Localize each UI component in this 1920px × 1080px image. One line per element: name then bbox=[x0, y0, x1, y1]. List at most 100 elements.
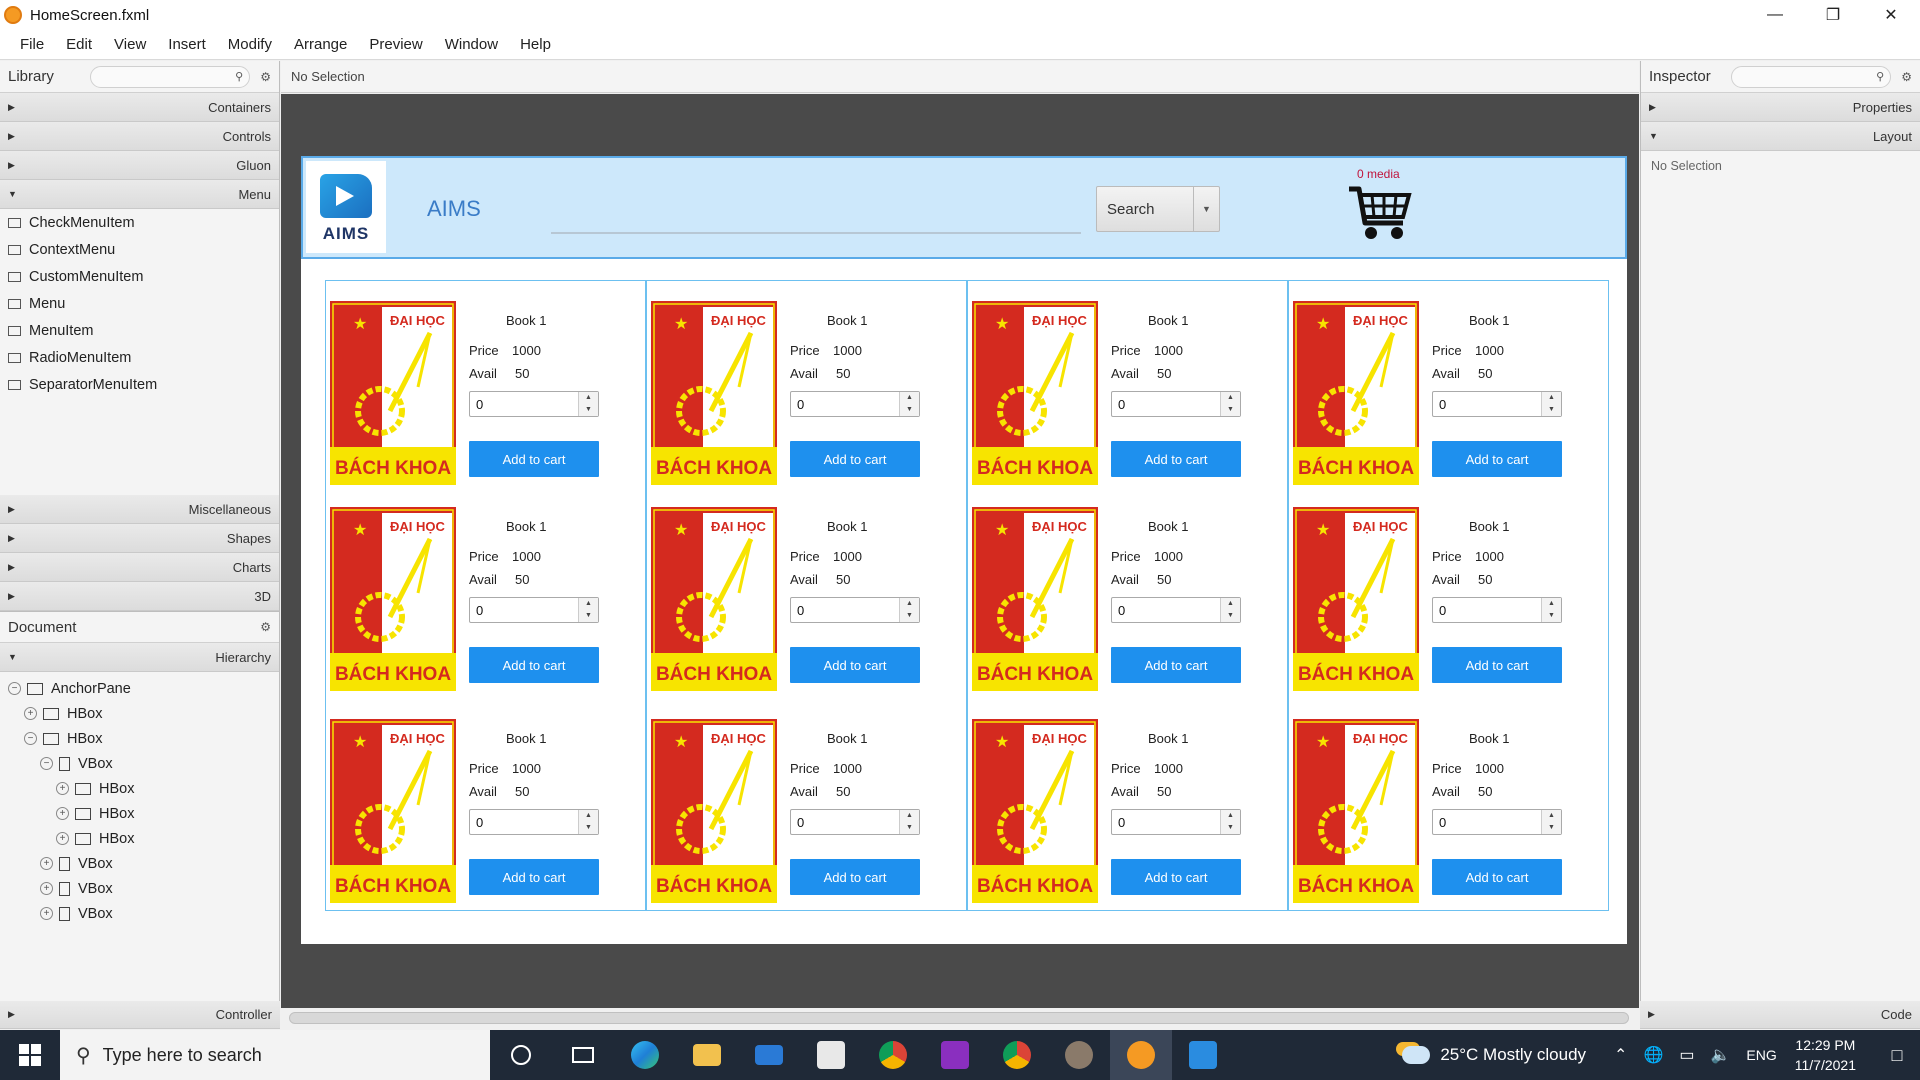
decrement-arrow-icon[interactable]: ▼ bbox=[1542, 404, 1561, 416]
battery-icon[interactable]: ▭ bbox=[1679, 1045, 1694, 1065]
inspector-settings-icon[interactable]: ⚙ bbox=[1901, 70, 1912, 84]
tree-node-vbox[interactable]: + VBox bbox=[0, 851, 279, 876]
stepper-arrows[interactable]: ▲ ▼ bbox=[1220, 810, 1240, 834]
controller-section[interactable]: ▶ Controller bbox=[0, 1001, 280, 1029]
library-settings-icon[interactable]: ⚙ bbox=[260, 70, 271, 84]
section-3d[interactable]: ▶ 3D bbox=[0, 582, 279, 611]
add-to-cart-button[interactable]: Add to cart bbox=[790, 647, 920, 683]
collapse-node-icon[interactable]: − bbox=[40, 757, 53, 770]
tree-node-hbox[interactable]: + HBox bbox=[0, 826, 279, 851]
add-to-cart-button[interactable]: Add to cart bbox=[469, 647, 599, 683]
quantity-stepper[interactable]: 0 ▲ ▼ bbox=[790, 809, 920, 835]
decrement-arrow-icon[interactable]: ▼ bbox=[579, 404, 598, 416]
decrement-arrow-icon[interactable]: ▼ bbox=[900, 404, 919, 416]
expand-node-icon[interactable]: + bbox=[56, 782, 69, 795]
scroll-thumb[interactable] bbox=[289, 1012, 1629, 1024]
quantity-stepper[interactable]: 0 ▲ ▼ bbox=[1432, 597, 1562, 623]
quantity-stepper[interactable]: 0 ▲ ▼ bbox=[1111, 391, 1241, 417]
section-properties[interactable]: ▶ Properties bbox=[1641, 93, 1920, 122]
mail-icon[interactable] bbox=[738, 1030, 800, 1080]
add-to-cart-button[interactable]: Add to cart bbox=[1111, 441, 1241, 477]
decrement-arrow-icon[interactable]: ▼ bbox=[900, 610, 919, 622]
expand-node-icon[interactable]: + bbox=[40, 907, 53, 920]
volume-icon[interactable]: 🔈 bbox=[1710, 1045, 1730, 1065]
menu-view[interactable]: View bbox=[104, 36, 156, 53]
quantity-stepper[interactable]: 0 ▲ ▼ bbox=[469, 391, 599, 417]
menu-preview[interactable]: Preview bbox=[359, 36, 432, 53]
chrome-profile-icon[interactable] bbox=[986, 1030, 1048, 1080]
increment-arrow-icon[interactable]: ▲ bbox=[1542, 598, 1561, 610]
inspector-search-input[interactable]: ⚲ bbox=[1731, 65, 1892, 88]
expand-node-icon[interactable]: + bbox=[56, 807, 69, 820]
quantity-stepper[interactable]: 0 ▲ ▼ bbox=[469, 809, 599, 835]
decrement-arrow-icon[interactable]: ▼ bbox=[1221, 610, 1240, 622]
tree-node-vbox[interactable]: + VBox bbox=[0, 901, 279, 926]
tree-node-hbox[interactable]: + HBox bbox=[0, 801, 279, 826]
tree-node-hbox[interactable]: + HBox bbox=[0, 701, 279, 726]
stepper-arrows[interactable]: ▲ ▼ bbox=[899, 598, 919, 622]
increment-arrow-icon[interactable]: ▲ bbox=[1221, 810, 1240, 822]
lib-item-radiomenuitem[interactable]: RadioMenuItem bbox=[0, 344, 279, 371]
section-controls[interactable]: ▶ Controls bbox=[0, 122, 279, 151]
stepper-arrows[interactable]: ▲ ▼ bbox=[578, 810, 598, 834]
close-button[interactable]: ✕ bbox=[1862, 0, 1920, 30]
quantity-stepper[interactable]: 0 ▲ ▼ bbox=[1432, 809, 1562, 835]
increment-arrow-icon[interactable]: ▲ bbox=[1542, 810, 1561, 822]
tree-node-anchorpane[interactable]: − AnchorPane bbox=[0, 676, 279, 701]
weather-widget[interactable]: 25°C Mostly cloudy bbox=[1402, 1045, 1586, 1065]
lib-item-contextmenu[interactable]: ContextMenu bbox=[0, 236, 279, 263]
quantity-stepper[interactable]: 0 ▲ ▼ bbox=[1432, 391, 1562, 417]
section-containers[interactable]: ▶ Containers bbox=[0, 93, 279, 122]
add-to-cart-button[interactable]: Add to cart bbox=[1111, 859, 1241, 895]
stepper-arrows[interactable]: ▲ ▼ bbox=[578, 392, 598, 416]
add-to-cart-button[interactable]: Add to cart bbox=[790, 859, 920, 895]
decrement-arrow-icon[interactable]: ▼ bbox=[1542, 822, 1561, 834]
add-to-cart-button[interactable]: Add to cart bbox=[1432, 859, 1562, 895]
start-button[interactable] bbox=[0, 1030, 60, 1080]
section-menu[interactable]: ▼ Menu bbox=[0, 180, 279, 209]
tree-node-vbox[interactable]: − VBox bbox=[0, 751, 279, 776]
increment-arrow-icon[interactable]: ▲ bbox=[579, 810, 598, 822]
stepper-arrows[interactable]: ▲ ▼ bbox=[578, 598, 598, 622]
add-to-cart-button[interactable]: Add to cart bbox=[1432, 647, 1562, 683]
decrement-arrow-icon[interactable]: ▼ bbox=[579, 610, 598, 622]
tree-node-hbox[interactable]: + HBox bbox=[0, 776, 279, 801]
minimize-button[interactable]: — bbox=[1746, 0, 1804, 30]
document-settings-icon[interactable]: ⚙ bbox=[260, 620, 271, 634]
restore-button[interactable]: ❐ bbox=[1804, 0, 1862, 30]
stepper-arrows[interactable]: ▲ ▼ bbox=[1541, 810, 1561, 834]
tree-node-vbox[interactable]: + VBox bbox=[0, 876, 279, 901]
menu-file[interactable]: File bbox=[10, 36, 54, 53]
expand-node-icon[interactable]: + bbox=[56, 832, 69, 845]
increment-arrow-icon[interactable]: ▲ bbox=[1221, 392, 1240, 404]
decrement-arrow-icon[interactable]: ▼ bbox=[1221, 404, 1240, 416]
cortana-icon[interactable] bbox=[490, 1030, 552, 1080]
add-to-cart-button[interactable]: Add to cart bbox=[469, 859, 599, 895]
expand-node-icon[interactable]: + bbox=[40, 882, 53, 895]
taskbar-search-box[interactable]: ⚲ Type here to search bbox=[60, 1030, 490, 1080]
search-split-button[interactable]: Search ▼ bbox=[1096, 186, 1220, 232]
task-view-icon[interactable] bbox=[552, 1030, 614, 1080]
decrement-arrow-icon[interactable]: ▼ bbox=[900, 822, 919, 834]
store-icon[interactable] bbox=[800, 1030, 862, 1080]
settings-app-icon[interactable] bbox=[1048, 1030, 1110, 1080]
scenebuilder-taskbar-icon[interactable] bbox=[1110, 1030, 1172, 1080]
increment-arrow-icon[interactable]: ▲ bbox=[579, 392, 598, 404]
add-to-cart-button[interactable]: Add to cart bbox=[1111, 647, 1241, 683]
lib-item-separatormenuitem[interactable]: SeparatorMenuItem bbox=[0, 371, 279, 398]
clock[interactable]: 12:29 PM 11/7/2021 bbox=[1795, 1035, 1856, 1075]
collapse-node-icon[interactable]: − bbox=[8, 682, 21, 695]
menu-window[interactable]: Window bbox=[435, 36, 508, 53]
increment-arrow-icon[interactable]: ▲ bbox=[900, 392, 919, 404]
lib-item-menuitem[interactable]: MenuItem bbox=[0, 317, 279, 344]
edge-icon[interactable] bbox=[614, 1030, 676, 1080]
library-search-input[interactable]: ⚲ bbox=[90, 65, 251, 88]
stepper-arrows[interactable]: ▲ ▼ bbox=[899, 810, 919, 834]
chevron-up-icon[interactable]: ⌃ bbox=[1614, 1045, 1627, 1065]
horizontal-scrollbar[interactable] bbox=[281, 1008, 1639, 1029]
tree-node-hbox[interactable]: − HBox bbox=[0, 726, 279, 751]
file-explorer-icon[interactable] bbox=[676, 1030, 738, 1080]
add-to-cart-button[interactable]: Add to cart bbox=[1432, 441, 1562, 477]
vscode-icon[interactable] bbox=[1172, 1030, 1234, 1080]
quantity-stepper[interactable]: 0 ▲ ▼ bbox=[1111, 597, 1241, 623]
